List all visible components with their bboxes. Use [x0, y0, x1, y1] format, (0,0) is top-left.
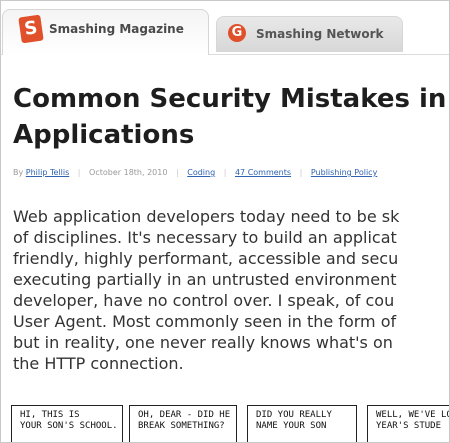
title-line: Applications — [13, 120, 195, 150]
body-line: but in reality, one never really knows w… — [13, 333, 393, 352]
article-title: Common Security Mistakes in W Applicatio… — [13, 81, 450, 153]
comic-panel: OH, DEAR - DID HE BREAK SOMETHING? — [129, 405, 237, 442]
meta-separator: | — [223, 168, 227, 177]
tab-smashing-network[interactable]: G Smashing Network — [216, 16, 403, 52]
tab-smashing-magazine[interactable]: S Smashing Magazine — [2, 9, 209, 55]
comic-panel: HI, THIS IS YOUR SON'S SCHOOL. — [11, 405, 123, 442]
publishing-policy-link[interactable]: Publishing Policy — [311, 168, 377, 177]
smashing-s-logo-icon: S — [18, 14, 44, 44]
body-line: developer, have no control over. I speak… — [13, 291, 395, 310]
title-line: Common Security Mistakes in W — [13, 84, 450, 114]
author-link[interactable]: Philip Tellis — [26, 168, 69, 177]
comic-text: OH, DEAR - DID HE — [138, 410, 231, 420]
comic-text: HI, THIS IS — [20, 410, 80, 420]
category-link[interactable]: Coding — [187, 168, 215, 177]
body-line: Web application developers today need to… — [13, 207, 400, 226]
comic-text: BREAK SOMETHING? — [138, 421, 225, 431]
body-line: executing partially in an untrusted envi… — [13, 270, 397, 289]
publish-date: October 18th, 2010 — [89, 168, 168, 177]
comic-text: YOUR SON'S SCHOOL. — [20, 421, 118, 431]
meta-separator: | — [299, 168, 303, 177]
comic-text: WELL, WE'VE LO — [376, 410, 450, 420]
meta-by: By — [13, 168, 24, 177]
article-intro: Web application developers today need to… — [13, 206, 449, 374]
comic-text: YEAR'S STUDE — [376, 421, 442, 431]
comments-link[interactable]: 47 Comments — [235, 168, 291, 177]
site-tab-bar: S Smashing Magazine G Smashing Network — [1, 1, 449, 55]
comic-panel: DID YOU REALLY NAME YOUR SON — [247, 405, 357, 442]
body-line: the HTTP connection. — [13, 354, 184, 373]
article-meta: By Philip Tellis | October 18th, 2010 | … — [13, 168, 449, 177]
comic-text: DID YOU REALLY — [256, 410, 332, 420]
body-line: friendly, highly performant, accessible … — [13, 249, 399, 268]
browser-content: S Smashing Magazine G Smashing Network C… — [0, 0, 450, 443]
tab-label: Smashing Magazine — [49, 22, 184, 36]
comic-text: NAME YOUR SON — [256, 421, 327, 431]
tab-label: Smashing Network — [256, 27, 384, 41]
meta-separator: | — [77, 168, 81, 177]
meta-separator: | — [175, 168, 179, 177]
smashing-network-logo-icon: G — [228, 24, 246, 42]
body-line: of disciplines. It's necessary to build … — [13, 228, 397, 247]
comic-strip: HI, THIS IS YOUR SON'S SCHOOL. OH, DEAR … — [11, 405, 450, 442]
comic-panel: WELL, WE'VE LO YEAR'S STUDE — [367, 405, 450, 442]
body-line: User Agent. Most commonly seen in the fo… — [13, 312, 397, 331]
